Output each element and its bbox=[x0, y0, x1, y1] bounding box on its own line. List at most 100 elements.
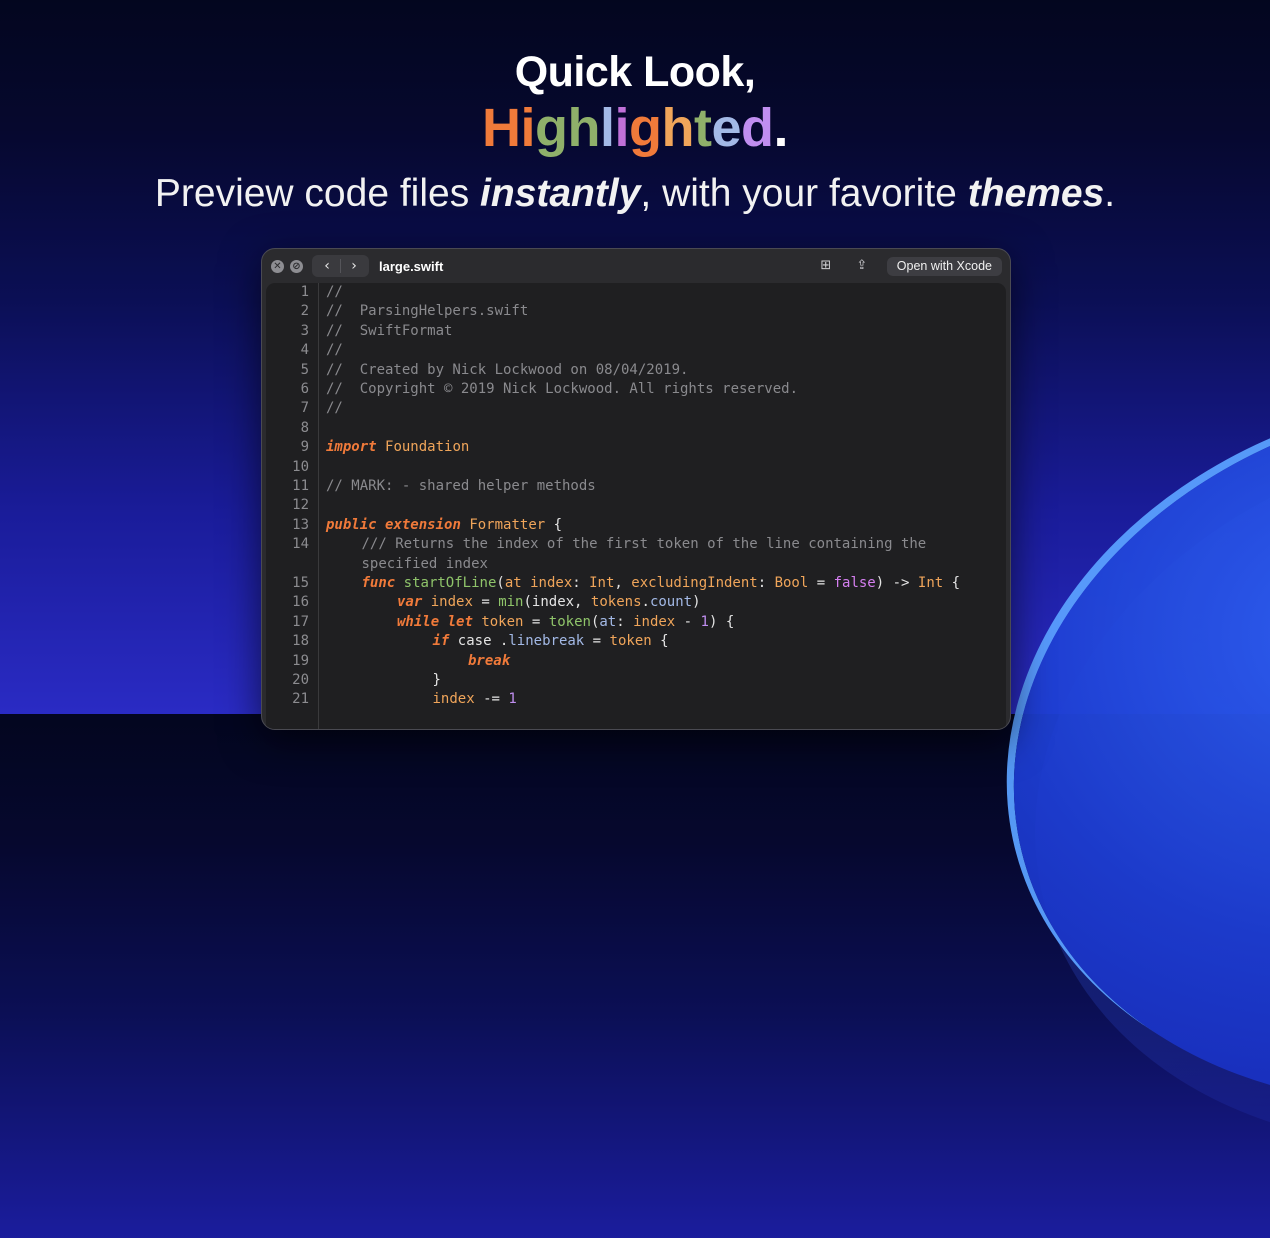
tagline: Preview code files instantly, with your … bbox=[0, 170, 1270, 218]
code-token: linebreak bbox=[508, 633, 585, 650]
code-text: if case .linebreak = token { bbox=[433, 632, 669, 651]
code-token: : bbox=[572, 575, 590, 591]
code-token: Foundation bbox=[385, 439, 470, 456]
code-line: 1 // bbox=[266, 283, 1006, 302]
code-token: Formatter bbox=[469, 516, 546, 533]
code-text: // Copyright © 2019 Nick Lockwood. All r… bbox=[326, 380, 798, 399]
code-token: extension bbox=[385, 516, 461, 533]
highlighted-letter: . bbox=[773, 98, 789, 158]
highlighted-letter: l bbox=[599, 98, 615, 158]
back-icon[interactable]: ‹ bbox=[314, 256, 340, 276]
code-token: = bbox=[472, 594, 499, 611]
code-text: specified index bbox=[362, 555, 488, 574]
code-line: 3 // SwiftFormat bbox=[266, 322, 1006, 341]
code-text: // bbox=[326, 399, 343, 418]
code-line: 20} bbox=[266, 671, 1006, 690]
window-filename: large.swift bbox=[379, 258, 444, 274]
forward-icon[interactable]: › bbox=[341, 256, 367, 276]
tagline-text: Preview code files bbox=[154, 172, 481, 215]
code-token: = bbox=[523, 613, 549, 630]
code-text: // ParsingHelpers.swift bbox=[326, 302, 528, 321]
code-token: // bbox=[326, 284, 343, 300]
code-token: index bbox=[432, 691, 475, 708]
code-line: 16 var index = min(index, tokens.count) bbox=[266, 593, 1006, 612]
highlighted-letter: H bbox=[481, 98, 521, 158]
line-number: 5 bbox=[300, 361, 309, 378]
code-token: (index, bbox=[523, 594, 591, 611]
code-token: public bbox=[326, 516, 377, 533]
minimize-icon[interactable]: ⊘ bbox=[290, 259, 303, 273]
code-token: token bbox=[548, 613, 591, 630]
code-token: case . bbox=[449, 633, 509, 650]
line-number: 3 bbox=[300, 322, 309, 339]
code-line: 11 // MARK: - shared helper methods bbox=[266, 477, 1006, 496]
code-token: Int bbox=[589, 575, 615, 591]
code-token: false bbox=[833, 575, 876, 591]
code-token: Bool bbox=[774, 575, 809, 591]
code-text: func startOfLine(at index: Int, excludin… bbox=[362, 574, 961, 593]
code-text: // MARK: - shared helper methods bbox=[326, 477, 596, 496]
line-number: 21 bbox=[292, 691, 309, 708]
code-token: // bbox=[326, 342, 343, 359]
share-icon[interactable]: ⇪ bbox=[851, 255, 873, 277]
code-token: 1 bbox=[508, 691, 517, 708]
code-line: 9 import Foundation bbox=[266, 438, 1006, 457]
quicklook-window: ✕ ⊘ ‹ › large.swift ⊞ ⇪ Open with Xcode … bbox=[261, 248, 1011, 730]
code-text: while let token = token(at: index - 1) { bbox=[397, 613, 734, 632]
code-token: at bbox=[504, 575, 522, 591]
code-token: func bbox=[361, 575, 396, 591]
navigation-group: ‹ › bbox=[312, 255, 369, 277]
code-text: index -= 1 bbox=[433, 690, 517, 709]
code-line: 15 func startOfLine(at index: Int, exclud… bbox=[266, 574, 1006, 593]
code-text: } bbox=[433, 671, 441, 690]
code-text: /// Returns the index of the first token… bbox=[362, 535, 927, 554]
window-titlebar: ✕ ⊘ ‹ › large.swift ⊞ ⇪ Open with Xcode bbox=[262, 249, 1010, 283]
code-token: count bbox=[649, 594, 693, 611]
code-token: tokens bbox=[590, 594, 642, 611]
code-line: 5 // Created by Nick Lockwood on 08/04/20… bbox=[266, 361, 1006, 380]
code-token: // bbox=[326, 400, 343, 417]
tagline-text: . bbox=[1104, 172, 1116, 215]
close-icon[interactable]: ✕ bbox=[271, 259, 284, 273]
code-token: Int bbox=[917, 575, 944, 591]
code-token: } bbox=[432, 672, 441, 688]
code-token: : bbox=[616, 613, 634, 630]
code-token: 1 bbox=[700, 613, 709, 630]
highlighted-letter: g bbox=[629, 98, 662, 158]
line-number: 18 bbox=[292, 633, 309, 650]
line-number: 15 bbox=[292, 575, 309, 591]
highlighted-letter: e bbox=[711, 98, 742, 158]
code-text: // Created by Nick Lockwood on 08/04/201… bbox=[326, 361, 688, 380]
highlighted-letter: i bbox=[520, 98, 535, 158]
code-token: // SwiftFormat bbox=[326, 322, 453, 339]
code-token: = bbox=[584, 633, 610, 650]
code-line: 6 // Copyright © 2019 Nick Lockwood. All … bbox=[266, 380, 1006, 399]
code-token: , bbox=[614, 575, 632, 591]
code-token: // ParsingHelpers.swift bbox=[326, 303, 529, 320]
code-line: 2 // ParsingHelpers.swift bbox=[266, 302, 1006, 321]
highlighted-letter: g bbox=[534, 98, 568, 158]
code-token: while bbox=[397, 613, 440, 630]
code-token: { bbox=[651, 633, 669, 650]
line-number: 11 bbox=[292, 478, 309, 494]
code-line: 12 bbox=[266, 496, 1006, 515]
code-line: 7 // bbox=[266, 399, 1006, 418]
highlighted-letter: t bbox=[694, 98, 712, 158]
code-token: token bbox=[481, 613, 524, 630]
code-token: ( bbox=[496, 575, 505, 591]
code-editor: 1 // 2 // ParsingHelpers.swift 3 // SwiftForm… bbox=[266, 283, 1006, 729]
code-line: 17 while let token = token(at: index - 1)… bbox=[266, 613, 1006, 632]
code-token: index bbox=[530, 575, 573, 591]
code-token: . bbox=[641, 594, 650, 611]
line-number: 10 bbox=[292, 458, 309, 475]
code-token: -= bbox=[474, 691, 509, 708]
grid-view-icon[interactable]: ⊞ bbox=[815, 255, 837, 277]
code-token: // Copyright © 2019 Nick Lockwood. All r… bbox=[326, 381, 799, 397]
open-with-xcode-button[interactable]: Open with Xcode bbox=[886, 256, 1002, 276]
line-number: 16 bbox=[292, 594, 309, 611]
